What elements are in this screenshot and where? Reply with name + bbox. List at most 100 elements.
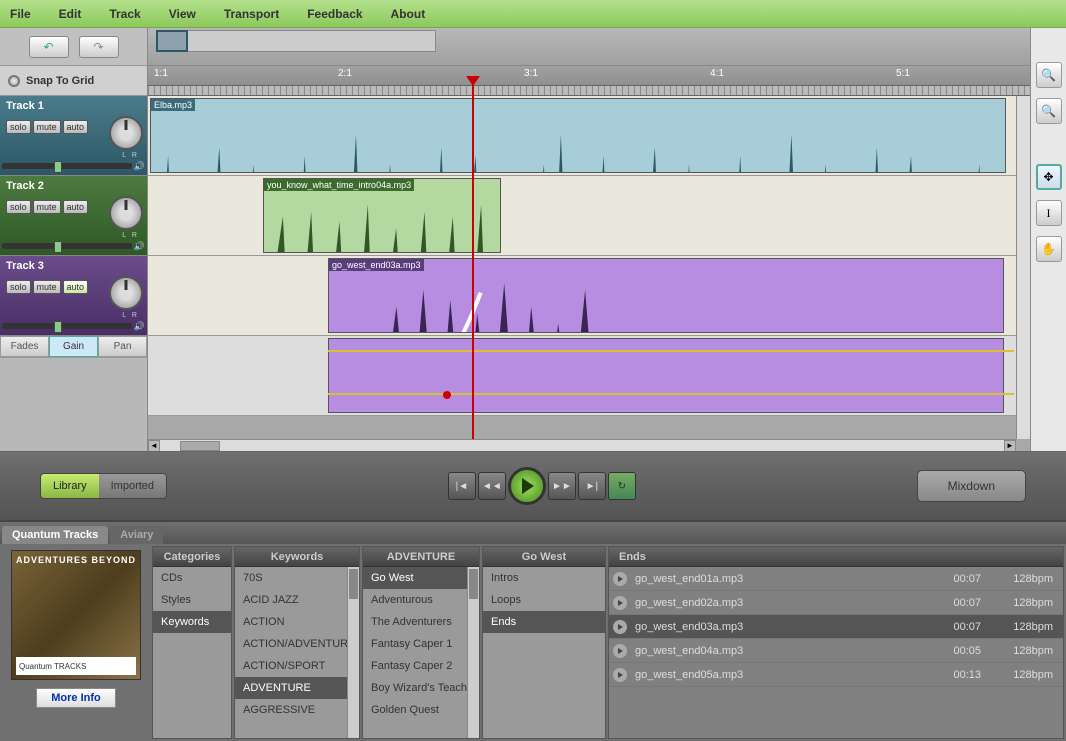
library-tab-button[interactable]: Library	[41, 474, 99, 498]
list-item[interactable]: AGGRESSIVE	[235, 699, 347, 721]
list-item[interactable]: Golden Quest	[363, 699, 467, 721]
automation-line[interactable]	[328, 393, 1014, 395]
overview-viewport[interactable]	[156, 30, 188, 52]
list-item[interactable]: ADVENTURE	[235, 677, 347, 699]
list-item[interactable]: 70S	[235, 567, 347, 589]
skip-end-icon[interactable]: ►|	[578, 472, 606, 500]
mute-button[interactable]: mute	[33, 120, 61, 134]
list-item[interactable]: Keywords	[153, 611, 231, 633]
move-tool-icon[interactable]: ✥	[1036, 164, 1062, 190]
list-item[interactable]: Go West	[363, 567, 467, 589]
track-header-2[interactable]: Track 2 solo mute auto L R 🔊	[0, 176, 147, 256]
fades-button[interactable]: Fades	[0, 336, 49, 357]
list-item[interactable]: Fantasy Caper 2	[363, 655, 467, 677]
time-ruler[interactable]: 1:1 2:1 3:1 4:1 5:1	[148, 66, 1030, 86]
mixdown-button[interactable]: Mixdown	[917, 470, 1026, 502]
hand-tool-icon[interactable]: ✋	[1036, 236, 1062, 262]
volume-slider[interactable]	[2, 323, 132, 329]
list-item[interactable]: Boy Wizard's Teacher	[363, 677, 467, 699]
mute-button[interactable]: mute	[33, 200, 61, 214]
horizontal-scrollbar[interactable]: ◄ ►	[148, 439, 1016, 451]
list-item[interactable]: Adventurous	[363, 589, 467, 611]
list-item[interactable]: ACTION/SPORT	[235, 655, 347, 677]
menu-transport[interactable]: Transport	[224, 7, 279, 21]
automation-point[interactable]	[443, 391, 451, 399]
play-button[interactable]	[508, 467, 546, 505]
track-lane-1[interactable]: Elba.mp3	[148, 96, 1016, 176]
automation-lane[interactable]	[148, 336, 1016, 416]
preview-play-icon[interactable]	[613, 572, 627, 586]
skip-start-icon[interactable]: |◄	[448, 472, 476, 500]
list-item[interactable]: ACTION/ADVENTURE	[235, 633, 347, 655]
solo-button[interactable]: solo	[6, 120, 31, 134]
preview-play-icon[interactable]	[613, 596, 627, 610]
redo-button[interactable]: ↷	[79, 36, 119, 58]
gain-button[interactable]: Gain	[49, 336, 98, 357]
file-row[interactable]: go_west_end01a.mp3 00:07 128bpm	[609, 567, 1063, 591]
audio-clip[interactable]: go_west_end03a.mp3	[328, 258, 1004, 333]
track-lane-2[interactable]: you_know_what_time_intro04a.mp3	[148, 176, 1016, 256]
track-header-3[interactable]: Track 3 solo mute auto L R 🔊	[0, 256, 147, 336]
snap-radio-icon[interactable]	[8, 75, 20, 87]
auto-button[interactable]: auto	[63, 120, 89, 134]
timeline-overview[interactable]	[148, 28, 1030, 66]
mute-button[interactable]: mute	[33, 280, 61, 294]
auto-button[interactable]: auto	[63, 280, 89, 294]
list-item[interactable]: Intros	[483, 567, 605, 589]
list-item[interactable]: ACID JAZZ	[235, 589, 347, 611]
vertical-scrollbar[interactable]	[1016, 96, 1030, 439]
menu-about[interactable]: About	[391, 7, 426, 21]
scroll-thumb[interactable]	[180, 441, 220, 451]
imported-tab-button[interactable]: Imported	[99, 474, 166, 498]
more-info-button[interactable]: More Info	[36, 688, 116, 708]
rewind-icon[interactable]: ◄◄	[478, 472, 506, 500]
list-item[interactable]: CDs	[153, 567, 231, 589]
solo-button[interactable]: solo	[6, 200, 31, 214]
list-item[interactable]: ACTION	[235, 611, 347, 633]
file-row[interactable]: go_west_end04a.mp3 00:05 128bpm	[609, 639, 1063, 663]
column-scrollbar[interactable]	[467, 567, 479, 738]
list-item[interactable]: Styles	[153, 589, 231, 611]
preview-play-icon[interactable]	[613, 668, 627, 682]
preview-play-icon[interactable]	[613, 620, 627, 634]
menu-edit[interactable]: Edit	[59, 7, 82, 21]
preview-play-icon[interactable]	[613, 644, 627, 658]
file-row[interactable]: go_west_end02a.mp3 00:07 128bpm	[609, 591, 1063, 615]
solo-button[interactable]: solo	[6, 280, 31, 294]
scroll-left-icon[interactable]: ◄	[148, 440, 160, 452]
pan-knob[interactable]	[109, 276, 143, 310]
volume-slider[interactable]	[2, 243, 132, 249]
track-lane-3[interactable]: go_west_end03a.mp3	[148, 256, 1016, 336]
undo-button[interactable]: ↶	[29, 36, 69, 58]
audio-clip[interactable]: you_know_what_time_intro04a.mp3	[263, 178, 501, 253]
menu-feedback[interactable]: Feedback	[307, 7, 362, 21]
playhead[interactable]	[472, 84, 474, 439]
audio-clip[interactable]: Elba.mp3	[150, 98, 1006, 173]
file-row[interactable]: go_west_end05a.mp3 00:13 128bpm	[609, 663, 1063, 687]
auto-button[interactable]: auto	[63, 200, 89, 214]
list-item[interactable]: Fantasy Caper 1	[363, 633, 467, 655]
menu-file[interactable]: File	[10, 7, 31, 21]
pan-knob[interactable]	[109, 116, 143, 150]
loop-icon[interactable]: ↻	[608, 472, 636, 500]
menu-view[interactable]: View	[169, 7, 196, 21]
tab-quantum[interactable]: Quantum Tracks	[2, 526, 108, 544]
list-item[interactable]: The Adventurers	[363, 611, 467, 633]
track-header-1[interactable]: Track 1 solo mute auto L R 🔊	[0, 96, 147, 176]
zoom-out-icon[interactable]: 🔍	[1036, 98, 1062, 124]
list-item[interactable]: Ends	[483, 611, 605, 633]
pan-knob[interactable]	[109, 196, 143, 230]
column-scrollbar[interactable]	[347, 567, 359, 738]
pan-button[interactable]: Pan	[98, 336, 147, 357]
select-tool-icon[interactable]: I	[1036, 200, 1062, 226]
automation-line[interactable]	[328, 350, 1014, 352]
file-row[interactable]: go_west_end03a.mp3 00:07 128bpm	[609, 615, 1063, 639]
tab-aviary[interactable]: Aviary	[110, 526, 163, 544]
list-item[interactable]: Loops	[483, 589, 605, 611]
forward-icon[interactable]: ►►	[548, 472, 576, 500]
snap-to-grid-row[interactable]: Snap To Grid	[0, 66, 147, 96]
zoom-in-icon[interactable]: 🔍	[1036, 62, 1062, 88]
scroll-right-icon[interactable]: ►	[1004, 440, 1016, 452]
volume-slider[interactable]	[2, 163, 132, 169]
menu-track[interactable]: Track	[109, 7, 140, 21]
